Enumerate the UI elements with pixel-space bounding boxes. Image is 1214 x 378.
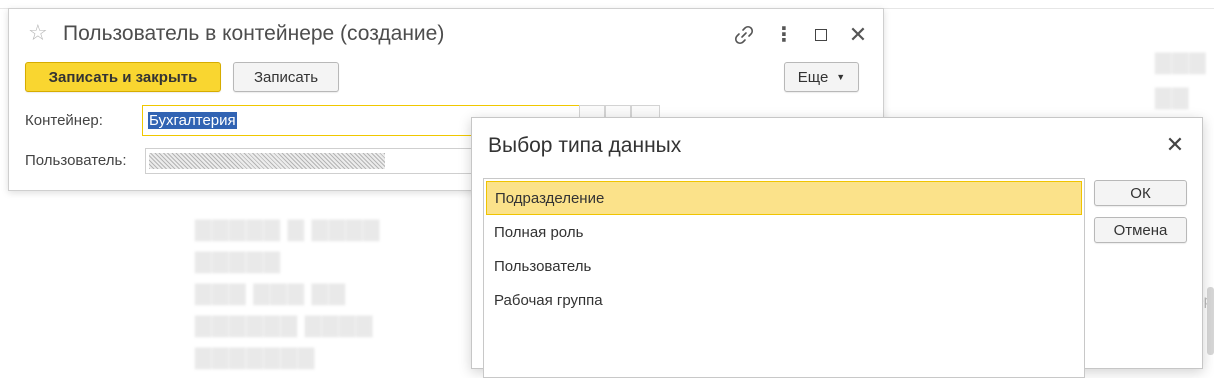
form-header: ☆ Пользователь в контейнере (создание) ⋮… (9, 9, 883, 59)
form-title: Пользователь в контейнере (создание) (63, 22, 445, 45)
chevron-down-icon: ▼ (836, 72, 846, 82)
user-field[interactable] (145, 148, 480, 174)
user-label: Пользователь: (25, 152, 127, 169)
blurred-text: ▇▇▇▇▇▇▇ (195, 346, 316, 369)
list-item-subdivision[interactable]: Подразделение (486, 181, 1082, 215)
blurred-text: ▇▇▇▇▇ ▇ ▇▇▇▇ (195, 218, 381, 241)
blurred-text: ▇▇▇▇▇▇ ▇▇▇▇ (195, 314, 374, 337)
more-button-label: Еще (797, 68, 829, 86)
more-actions-icon[interactable]: ⋮ (771, 22, 797, 48)
favorite-star-icon[interactable]: ☆ (28, 20, 48, 46)
list-item-work-group[interactable]: Рабочая группа (486, 283, 1082, 317)
close-icon[interactable]: ✕ (845, 22, 871, 48)
list-item-full-role[interactable]: Полная роль (486, 215, 1082, 249)
blurred-text: ▇▇▇▇▇ (195, 250, 281, 273)
user-value-redacted (149, 153, 385, 169)
data-type-list[interactable]: Подразделение Полная роль Пользователь Р… (483, 178, 1085, 378)
more-button[interactable]: Еще ▼ (784, 62, 859, 92)
cancel-button[interactable]: Отмена (1094, 217, 1187, 243)
list-item-user[interactable]: Пользователь (486, 249, 1082, 283)
dialog-title: Выбор типа данных (488, 134, 682, 157)
container-label: Контейнер: (25, 112, 103, 129)
background-scrollbar[interactable] (1207, 287, 1214, 355)
select-data-type-dialog: Выбор типа данных ✕ Подразделение Полная… (471, 117, 1203, 378)
save-and-close-button[interactable]: Записать и закрыть (25, 62, 221, 92)
save-button[interactable]: Записать (233, 62, 339, 92)
blurred-text: ▇▇ (1155, 86, 1190, 109)
close-icon[interactable]: ✕ (1163, 132, 1187, 158)
maximize-icon[interactable] (808, 22, 834, 48)
ok-button[interactable]: ОК (1094, 180, 1187, 206)
link-icon[interactable] (731, 22, 757, 48)
blurred-text: ▇▇▇ ▇▇▇ ▇▇ (195, 282, 346, 305)
blurred-text: ▇▇▇ (1155, 51, 1207, 74)
container-value[interactable]: Бухгалтерия (148, 112, 237, 129)
